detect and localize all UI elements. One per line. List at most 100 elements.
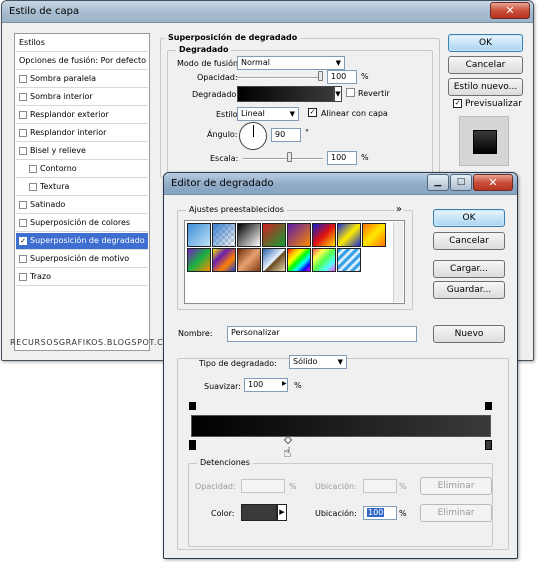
outer-glow-checkbox[interactable] bbox=[19, 111, 27, 119]
close-icon[interactable]: ✕ bbox=[505, 4, 514, 17]
close-button[interactable]: ✕ bbox=[490, 2, 530, 19]
inner-shadow-checkbox[interactable] bbox=[19, 93, 27, 101]
style-inner-glow[interactable]: Resplandor interior bbox=[16, 125, 148, 142]
gradient-dropdown[interactable]: ▼ bbox=[334, 86, 342, 102]
drop-shadow-checkbox[interactable] bbox=[19, 75, 27, 83]
style-drop-shadow[interactable]: Sombra paralela bbox=[16, 71, 148, 88]
texture-checkbox[interactable] bbox=[29, 183, 37, 191]
opacity-stop-right[interactable] bbox=[485, 402, 492, 410]
styles-header[interactable]: Estilos bbox=[16, 34, 148, 52]
stop-opacity-input[interactable] bbox=[241, 479, 285, 493]
align-label: Alinear con capa bbox=[321, 109, 388, 118]
preset-violet-orange[interactable] bbox=[287, 223, 311, 247]
preset-chrome[interactable] bbox=[262, 248, 286, 272]
new-style-button[interactable]: Estilo nuevo... bbox=[448, 78, 523, 96]
opacity-delete-button[interactable]: Eliminar bbox=[420, 477, 492, 495]
opacity-slider-thumb[interactable] bbox=[318, 71, 323, 81]
cancel-button[interactable]: Cancelar bbox=[448, 56, 523, 74]
style-gradient-overlay[interactable]: ✓ Superposición de degradado bbox=[16, 233, 148, 250]
angle-input[interactable]: 90 bbox=[271, 128, 301, 142]
style-contour[interactable]: Contorno bbox=[16, 161, 148, 178]
style-stroke[interactable]: Trazo bbox=[16, 269, 148, 286]
opacity-input[interactable]: 100 bbox=[327, 70, 357, 84]
group-title: Degradado bbox=[176, 45, 232, 54]
preset-yellow-violet-orange-blue[interactable] bbox=[212, 248, 236, 272]
preset-red-green[interactable] bbox=[262, 223, 286, 247]
dialog-title: Estilo de capa bbox=[9, 6, 80, 17]
stop-opacity-location-input[interactable] bbox=[363, 479, 397, 493]
preset-foreground-transparent[interactable] bbox=[212, 223, 236, 247]
preset-spectrum[interactable] bbox=[287, 248, 311, 272]
satin-checkbox[interactable] bbox=[19, 201, 27, 209]
gradient-type-select[interactable]: Sólido bbox=[289, 355, 347, 369]
maximize-button[interactable]: □ bbox=[450, 174, 472, 191]
preset-orange-yellow-orange[interactable] bbox=[362, 223, 386, 247]
scale-slider[interactable] bbox=[243, 158, 323, 160]
inner-glow-checkbox[interactable] bbox=[19, 129, 27, 137]
editor-cancel-button[interactable]: Cancelar bbox=[433, 232, 505, 250]
style-color-overlay[interactable]: Superposición de colores bbox=[16, 215, 148, 232]
preset-violet-green-orange[interactable] bbox=[187, 248, 211, 272]
style-pattern-overlay[interactable]: Superposición de motivo bbox=[16, 251, 148, 268]
editor-ok-button[interactable]: OK bbox=[433, 209, 505, 227]
color-stop-right[interactable] bbox=[485, 440, 492, 450]
gradient-editor-title: Editor de degradado bbox=[171, 178, 274, 189]
scale-slider-thumb[interactable] bbox=[287, 152, 292, 162]
preset-foreground-background[interactable] bbox=[187, 223, 211, 247]
minimize-icon[interactable]: ▁ bbox=[435, 177, 442, 187]
gradient-editor-titlebar[interactable]: Editor de degradado ▁ □ ✕ bbox=[164, 173, 517, 195]
opacity-stop-left[interactable] bbox=[189, 402, 196, 410]
load-button[interactable]: Cargar... bbox=[433, 260, 505, 278]
scale-input[interactable]: 100 bbox=[327, 151, 357, 165]
opacity-slider[interactable] bbox=[237, 77, 323, 79]
pattern-overlay-checkbox[interactable] bbox=[19, 255, 27, 263]
color-delete-button[interactable]: Eliminar bbox=[420, 504, 492, 522]
presets-menu-icon[interactable]: » bbox=[393, 204, 404, 215]
gradient-editor-dialog: Editor de degradado ▁ □ ✕ Ajustes preest… bbox=[163, 172, 518, 559]
preview-checkbox[interactable]: ✓ bbox=[453, 99, 462, 108]
close-icon[interactable]: ✕ bbox=[488, 176, 497, 189]
stop-color-swatch[interactable] bbox=[241, 504, 277, 521]
preset-blue-yellow-blue[interactable] bbox=[337, 223, 361, 247]
blending-options-item[interactable]: Opciones de fusión: Por defecto bbox=[16, 53, 148, 70]
gradient-overlay-checkbox[interactable]: ✓ bbox=[19, 237, 27, 245]
style-satin[interactable]: Satinado bbox=[16, 197, 148, 214]
stroke-checkbox[interactable] bbox=[19, 273, 27, 281]
bevel-emboss-checkbox[interactable] bbox=[19, 147, 27, 155]
style-bevel-emboss[interactable]: Bisel y relieve bbox=[16, 143, 148, 160]
color-stop-left[interactable] bbox=[189, 440, 196, 450]
layer-style-titlebar[interactable]: Estilo de capa ✕ bbox=[2, 1, 533, 23]
color-overlay-checkbox[interactable] bbox=[19, 219, 27, 227]
stop-color-location-input[interactable]: 100 bbox=[363, 506, 397, 520]
ok-button[interactable]: OK bbox=[448, 34, 523, 52]
gradient-editor-close-button[interactable]: ✕ bbox=[473, 174, 513, 191]
new-button[interactable]: Nuevo bbox=[433, 325, 505, 343]
style-inner-shadow[interactable]: Sombra interior bbox=[16, 89, 148, 106]
stop-color-menu[interactable]: ▶ bbox=[277, 504, 287, 521]
preset-transparent-rainbow[interactable] bbox=[312, 248, 336, 272]
minimize-button[interactable]: ▁ bbox=[427, 174, 449, 191]
preset-blue-red-yellow[interactable] bbox=[312, 223, 336, 247]
save-button[interactable]: Guardar... bbox=[433, 281, 505, 299]
smoothness-dropdown-icon[interactable]: ▶ bbox=[282, 380, 287, 387]
gradient-bar[interactable] bbox=[191, 415, 491, 437]
presets-scrollbar[interactable] bbox=[393, 222, 403, 302]
blend-mode-select[interactable]: Normal bbox=[237, 56, 345, 70]
gradient-label: Degradado: bbox=[192, 90, 239, 99]
name-input[interactable]: Personalizar bbox=[227, 326, 417, 342]
scale-label: Escala: bbox=[210, 154, 239, 163]
align-checkbox[interactable]: ✓ bbox=[308, 108, 317, 117]
reverse-checkbox[interactable] bbox=[346, 88, 355, 97]
angle-dial[interactable] bbox=[239, 122, 267, 150]
contour-checkbox[interactable] bbox=[29, 165, 37, 173]
gradient-swatch[interactable] bbox=[237, 86, 334, 102]
style-select[interactable]: Lineal bbox=[237, 107, 299, 121]
preset-copper[interactable] bbox=[237, 248, 261, 272]
preset-transparent-stripes[interactable] bbox=[337, 248, 361, 272]
preview-thumbnail bbox=[459, 116, 509, 166]
style-texture[interactable]: Textura bbox=[16, 179, 148, 196]
preset-black-white[interactable] bbox=[237, 223, 261, 247]
preview-label: Previsualizar bbox=[465, 99, 522, 109]
maximize-icon[interactable]: □ bbox=[457, 177, 466, 187]
style-outer-glow[interactable]: Resplandor exterior bbox=[16, 107, 148, 124]
